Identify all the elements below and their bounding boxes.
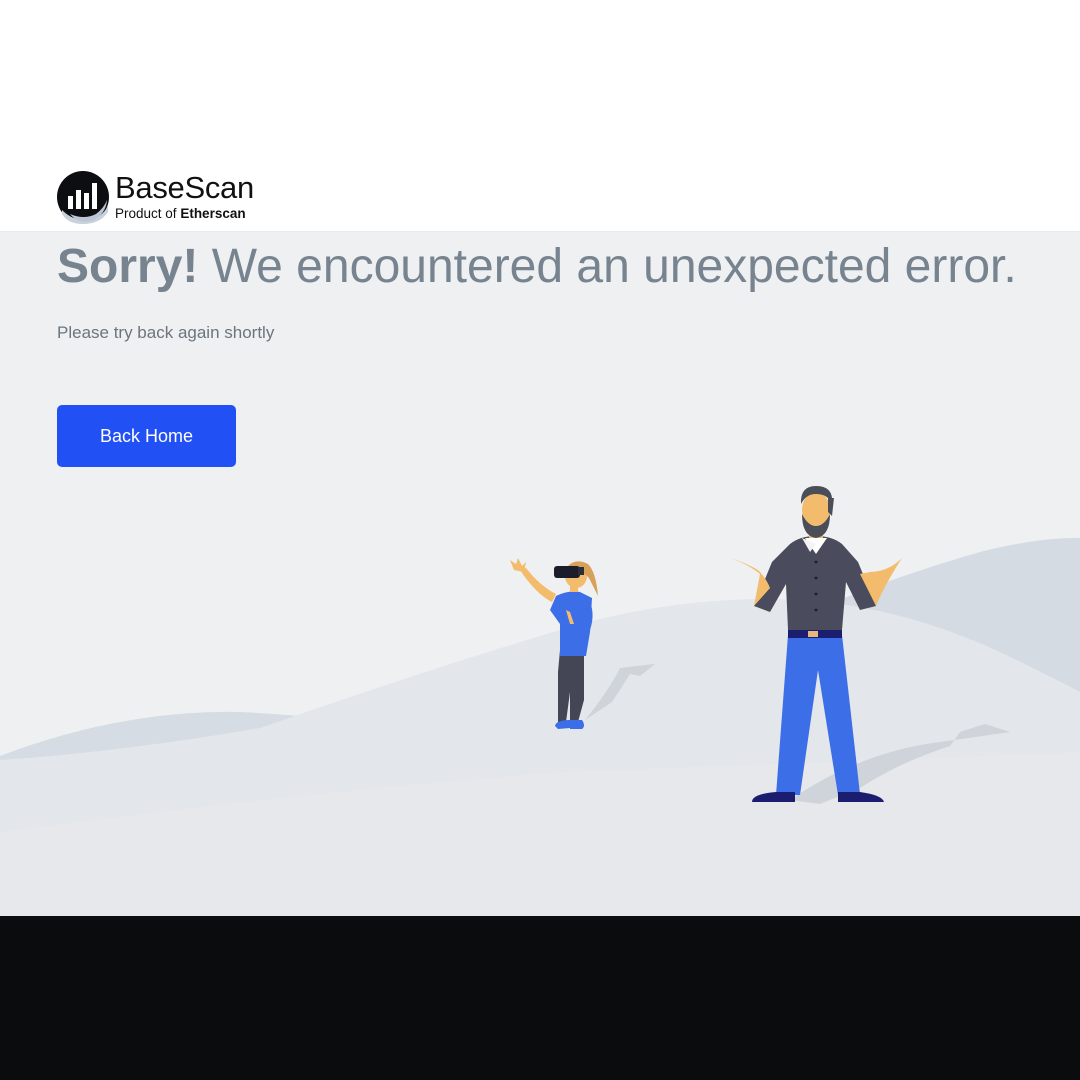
brand-text: BaseScan Product of Etherscan (115, 169, 254, 223)
error-headline-strong: Sorry! (57, 240, 199, 293)
error-page: BaseScan Product of Etherscan Sorry! We … (0, 0, 1080, 1080)
error-content-area: Sorry! We encountered an unexpected erro… (0, 232, 1080, 916)
back-home-button[interactable]: Back Home (57, 405, 236, 467)
site-header: BaseScan Product of Etherscan (0, 0, 1080, 232)
brand-tagline-strong: Etherscan (180, 205, 246, 221)
dark-footer-band (0, 916, 1080, 1080)
brand-tagline-prefix: Product of (115, 205, 177, 221)
error-headline: Sorry! We encountered an unexpected erro… (57, 232, 1037, 292)
brand-name: BaseScan (115, 169, 254, 205)
brand-logo-link[interactable]: BaseScan Product of Etherscan (56, 170, 254, 224)
brand-tagline: Product of Etherscan (115, 205, 254, 223)
basescan-logo-icon (57, 171, 109, 224)
error-headline-rest: We encountered an unexpected error. (198, 240, 1017, 293)
error-message-block: Sorry! We encountered an unexpected erro… (57, 232, 1037, 467)
error-subtext: Please try back again shortly (57, 323, 275, 342)
